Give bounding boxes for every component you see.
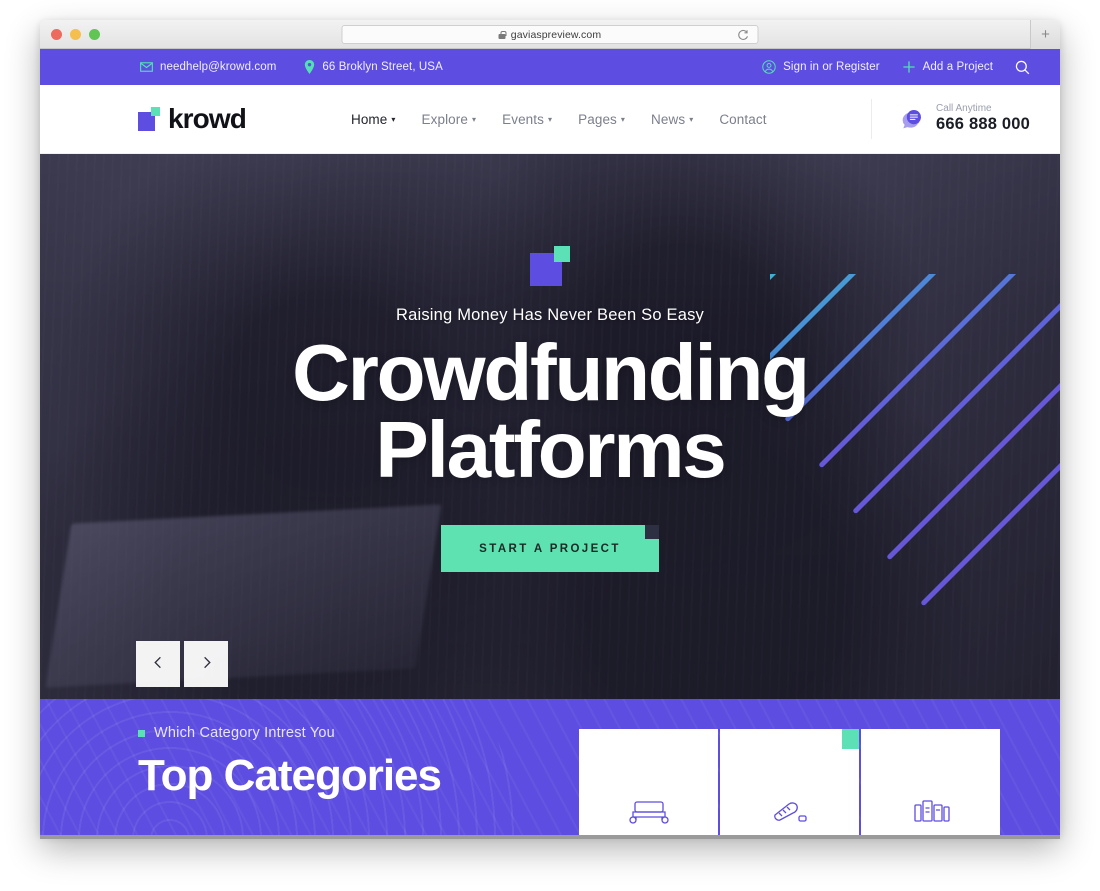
nav-item-home[interactable]: Home ▾: [351, 112, 396, 127]
categories-eyebrow: Which Category Intrest You: [138, 725, 538, 741]
chevron-down-icon: ▾: [620, 115, 626, 124]
topbar-address-label: 66 Broklyn Street, USA: [322, 61, 443, 73]
square-bullet-icon: [138, 729, 145, 737]
krowd-logo-mark-icon: [138, 107, 160, 131]
nav-item-events[interactable]: Events ▾: [502, 112, 552, 127]
hero-content: Raising Money Has Never Been So Easy Cro…: [40, 154, 1060, 572]
nav-item-explore-label: Explore: [421, 111, 468, 127]
nav-item-contact[interactable]: Contact: [719, 112, 766, 127]
call-text-group: Call Anytime 666 888 000: [936, 103, 1030, 135]
close-window-button[interactable]: [51, 28, 62, 40]
hero-cta-wrapper: START A PROJECT: [40, 524, 1060, 572]
lock-icon: [498, 30, 507, 39]
hero-prev-button[interactable]: [136, 641, 180, 687]
top-categories-section: Which Category Intrest You Top Categorie…: [40, 699, 1060, 835]
window-traffic-lights: [51, 28, 100, 40]
categories-inner: Which Category Intrest You Top Categorie…: [138, 699, 1000, 835]
hero-next-button[interactable]: [184, 641, 228, 687]
site-topbar: needhelp@krowd.com 66 Broklyn Street, US…: [40, 49, 1060, 85]
site-logo[interactable]: krowd: [138, 103, 247, 135]
signin-register-label: Sign in or Register: [783, 61, 880, 73]
nav-item-pages[interactable]: Pages ▾: [578, 112, 625, 127]
topbar-email-label: needhelp@krowd.com: [160, 61, 277, 73]
search-icon[interactable]: [1015, 60, 1030, 75]
maximize-window-button[interactable]: [89, 28, 100, 40]
call-phone-number: 666 888 000: [936, 115, 1030, 134]
envelope-icon: [140, 62, 153, 72]
chevron-left-icon: [151, 655, 166, 673]
books-education-icon: [909, 796, 953, 829]
window-bottom-shadow: [40, 835, 1060, 839]
hero-slider-controls: [136, 641, 228, 687]
cta-corner-notch: [644, 524, 659, 539]
chevron-right-icon: [199, 655, 214, 673]
start-a-project-label: START A PROJECT: [479, 542, 621, 555]
call-anytime-block[interactable]: Call Anytime 666 888 000: [871, 99, 1030, 139]
nav-item-home-label: Home: [350, 111, 388, 127]
page-root: gaviaspreview.com + needhelp@krowd.com 6…: [0, 0, 1100, 891]
chat-bubble-icon: [898, 105, 926, 133]
browser-window: gaviaspreview.com + needhelp@krowd.com 6…: [40, 20, 1060, 835]
minimize-window-button[interactable]: [70, 28, 81, 40]
sofa-furniture-icon: [627, 796, 671, 829]
add-project-label: Add a Project: [922, 61, 993, 73]
food-bread-icon: [768, 796, 812, 829]
nav-item-news[interactable]: News ▾: [651, 112, 693, 127]
map-pin-icon: [304, 60, 315, 74]
nav-item-contact-label: Contact: [719, 111, 767, 127]
nav-item-news-label: News: [651, 111, 686, 127]
card-accent-square: [842, 729, 859, 749]
hero-title: Crowdfunding Platforms: [40, 333, 1060, 494]
category-card-list: [579, 729, 1000, 835]
chevron-down-icon: ▾: [689, 115, 694, 124]
logo-text: krowd: [168, 103, 247, 134]
topbar-address[interactable]: 66 Broklyn Street, USA: [304, 60, 443, 74]
main-navigation: Home ▾ Explore ▾ Events ▾ Pages ▾ News ▾…: [351, 112, 767, 127]
hero-title-line1: Crowdfunding: [292, 328, 810, 417]
category-card[interactable]: [861, 729, 1000, 835]
reload-icon[interactable]: [737, 29, 750, 42]
add-project-link[interactable]: Add a Project: [902, 60, 993, 74]
address-bar-url: gaviaspreview.com: [510, 28, 602, 41]
category-card[interactable]: [720, 729, 859, 835]
nav-item-explore[interactable]: Explore ▾: [422, 112, 477, 127]
hero-square-mark-icon: [530, 246, 570, 286]
new-tab-button[interactable]: +: [1030, 20, 1060, 49]
topbar-right-group: Sign in or Register Add a Project: [762, 60, 1030, 75]
categories-eyebrow-label: Which Category Intrest You: [154, 725, 335, 741]
nav-item-pages-label: Pages: [578, 111, 617, 127]
call-anytime-label: Call Anytime: [936, 102, 992, 114]
address-bar[interactable]: gaviaspreview.com: [341, 25, 759, 44]
chevron-down-icon: ▾: [472, 115, 477, 124]
hero-title-line2: Platforms: [375, 404, 726, 494]
category-card[interactable]: [579, 729, 718, 835]
browser-chrome-bar: gaviaspreview.com +: [40, 20, 1060, 49]
categories-heading: Top Categories: [138, 751, 442, 800]
signin-register-link[interactable]: Sign in or Register: [762, 60, 880, 74]
topbar-left-group: needhelp@krowd.com 66 Broklyn Street, US…: [140, 60, 443, 74]
topbar-email[interactable]: needhelp@krowd.com: [140, 61, 276, 73]
hero-slider: Raising Money Has Never Been So Easy Cro…: [40, 154, 1060, 699]
site-viewport: needhelp@krowd.com 66 Broklyn Street, US…: [40, 49, 1060, 835]
categories-text-block: Which Category Intrest You Top Categorie…: [138, 725, 538, 835]
nav-item-events-label: Events: [502, 111, 544, 127]
start-a-project-button[interactable]: START A PROJECT: [441, 524, 659, 572]
user-circle-icon: [762, 60, 776, 74]
hero-subtitle: Raising Money Has Never Been So Easy: [395, 306, 704, 324]
plus-icon: [902, 60, 916, 74]
chevron-down-icon: ▾: [548, 115, 553, 124]
chevron-down-icon: ▾: [391, 115, 396, 124]
site-header: krowd Home ▾ Explore ▾ Events ▾ Pages ▾ …: [40, 85, 1060, 154]
